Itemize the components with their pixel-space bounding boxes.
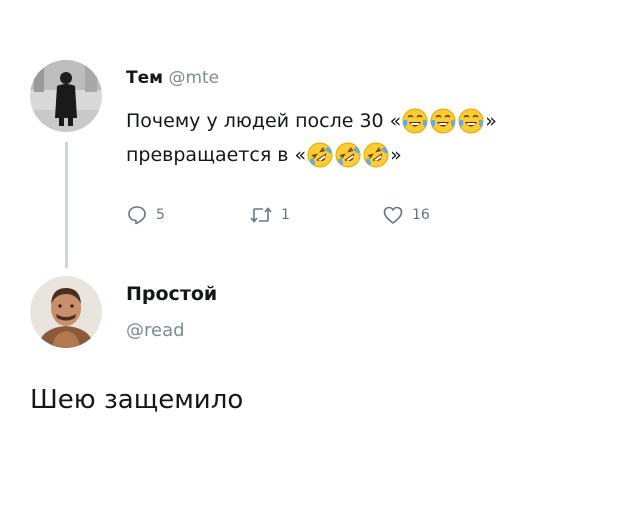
tweet-text: Почему у людей после 30 « » превращается… <box>126 104 626 172</box>
reply-author-avatar[interactable] <box>30 276 102 348</box>
retweet-count: 1 <box>281 207 290 223</box>
tweet-text-part: » <box>390 144 402 166</box>
face-with-tears-of-joy-icon <box>430 108 456 134</box>
rolling-on-the-floor-laughing-icon <box>363 142 389 168</box>
tweet-text-part: Почему у людей после 30 « <box>126 110 402 132</box>
reply-count: 5 <box>156 207 165 223</box>
retweet-icon <box>250 207 272 223</box>
reply-author-handle[interactable]: @read <box>126 320 185 341</box>
author-avatar[interactable] <box>30 60 102 132</box>
tweet-header: Тем @mte <box>126 68 219 88</box>
author-handle[interactable]: @mte <box>168 68 219 88</box>
tweet-text-part: превращается в « <box>126 144 307 166</box>
like-button[interactable]: 16 <box>382 203 430 227</box>
face-with-tears-of-joy-icon <box>402 108 428 134</box>
heart-icon <box>383 206 403 224</box>
author-name[interactable]: Тем <box>126 68 163 88</box>
like-count: 16 <box>412 207 430 223</box>
tweet-text-part: » <box>485 110 497 132</box>
rolling-on-the-floor-laughing-icon <box>335 142 361 168</box>
rolling-on-the-floor-laughing-icon <box>307 142 333 168</box>
tweet-text-line-1: Почему у людей после 30 « » <box>126 104 626 138</box>
tweet-text-line-2: превращается в « » <box>126 138 626 172</box>
reply-text: Шею защемило <box>30 385 244 415</box>
reply-button[interactable]: 5 <box>126 203 165 227</box>
retweet-button[interactable]: 1 <box>249 203 290 227</box>
face-with-tears-of-joy-icon <box>458 108 484 134</box>
thread-connector-line <box>65 142 68 268</box>
reply-author-name[interactable]: Простой <box>126 283 217 305</box>
reply-icon <box>128 206 146 225</box>
